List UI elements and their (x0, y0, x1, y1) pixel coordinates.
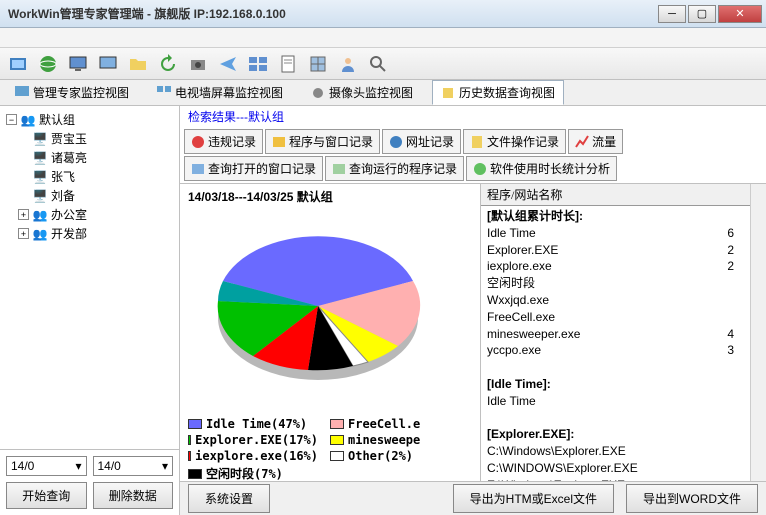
toolbar-icon-1[interactable] (6, 52, 30, 76)
close-button[interactable]: ✕ (718, 5, 762, 23)
legend-item: Other(2%) (330, 449, 460, 463)
date-from[interactable]: 14/0▾ (6, 456, 87, 476)
bottom-bar: 系统设置 导出为HTM或Excel文件 导出到WORD文件 (180, 481, 766, 515)
menubar (0, 28, 766, 48)
pc-icon: 🖥️ (32, 151, 48, 165)
chevron-down-icon: ▾ (162, 459, 168, 473)
legend-item: minesweepe (330, 433, 460, 447)
search-icon[interactable] (366, 52, 390, 76)
refresh-icon[interactable] (156, 52, 180, 76)
program-list: 程序/网站名称 [默认组累计时长]: Idle Time6 Explorer.E… (480, 184, 750, 481)
tab-usage-stats[interactable]: 软件使用时长统计分析 (466, 156, 617, 181)
pc-icon: 🖥️ (32, 132, 48, 146)
list-item[interactable]: 空闲时段 (487, 275, 744, 292)
chevron-down-icon: ▾ (75, 459, 81, 473)
globe-icon[interactable] (36, 52, 60, 76)
user-icon[interactable] (336, 52, 360, 76)
grid-icon[interactable] (306, 52, 330, 76)
expand-icon[interactable]: + (18, 209, 29, 220)
list-item[interactable]: C:\Windows\Explorer.EXE (487, 443, 744, 460)
group-icon: 👥 (32, 208, 48, 222)
search-result-label: 检索结果---默认组 (180, 106, 766, 127)
tab-open-window[interactable]: 查询打开的窗口记录 (184, 156, 323, 181)
tab-program-window[interactable]: 程序与窗口记录 (265, 129, 380, 154)
content-area: 检索结果---默认组 违规记录 程序与窗口记录 网址记录 文件操作记录 流量 查… (180, 106, 766, 515)
tab-url[interactable]: 网址记录 (382, 129, 461, 154)
tab-wall-view[interactable]: 电视墙屏幕监控视图 (148, 80, 292, 105)
list-item[interactable]: Idle Time6 (487, 225, 744, 242)
tab-violation[interactable]: 违规记录 (184, 129, 263, 154)
user-tree: −👥默认组 🖥️贾宝玉 🖥️诸葛亮 🖥️张飞 🖥️刘备 +👥办公室 +👥开发部 (0, 106, 179, 449)
pc-icon: 🖥️ (32, 189, 48, 203)
system-settings-button[interactable]: 系统设置 (188, 484, 270, 513)
titlebar: WorkWin管理专家管理端 - 旗舰版 IP:192.168.0.100 ─ … (0, 0, 766, 28)
tab-monitor-view[interactable]: 管理专家监控视图 (6, 80, 138, 105)
list-item[interactable]: yccpo.exe3 (487, 342, 744, 359)
export-word-button[interactable]: 导出到WORD文件 (626, 484, 758, 513)
tree-user[interactable]: 🖥️张飞 (4, 167, 175, 186)
pie-chart (188, 211, 448, 411)
maximize-button[interactable]: ▢ (688, 5, 716, 23)
record-tabs: 违规记录 程序与窗口记录 网址记录 文件操作记录 流量 查询打开的窗口记录 查询… (180, 127, 766, 184)
legend-item: Idle Time(47%) (188, 417, 318, 431)
date-to[interactable]: 14/0▾ (93, 456, 174, 476)
send-icon[interactable] (216, 52, 240, 76)
monitor-icon[interactable] (66, 52, 90, 76)
tree-user[interactable]: 🖥️贾宝玉 (4, 129, 175, 148)
list-item[interactable]: Wxxjqd.exe (487, 292, 744, 309)
window-title: WorkWin管理专家管理端 - 旗舰版 IP:192.168.0.100 (4, 5, 658, 22)
group-icon: 👥 (32, 227, 48, 241)
tree-user[interactable]: 🖥️刘备 (4, 186, 175, 205)
expand-icon[interactable]: + (18, 228, 29, 239)
tab-flow[interactable]: 流量 (568, 129, 623, 154)
camera-icon[interactable] (186, 52, 210, 76)
tab-run-program[interactable]: 查询运行的程序记录 (325, 156, 464, 181)
tab-history-view[interactable]: 历史数据查询视图 (432, 80, 564, 105)
list-item[interactable]: Explorer.EXE2 (487, 242, 744, 259)
list-item[interactable]: Idle Time (487, 393, 744, 410)
screens-icon[interactable] (246, 52, 270, 76)
tree-group-dev[interactable]: +👥开发部 (4, 224, 175, 243)
collapse-icon[interactable]: − (6, 114, 17, 125)
list-item[interactable]: iexplore.exe2 (487, 258, 744, 275)
list-item[interactable]: minesweeper.exe4 (487, 326, 744, 343)
legend-item: FreeCell.e (330, 417, 460, 431)
main-toolbar (0, 48, 766, 80)
folder-icon[interactable] (126, 52, 150, 76)
monitor2-icon[interactable] (96, 52, 120, 76)
list-item[interactable]: C:\WINDOWS\Explorer.EXE (487, 460, 744, 477)
pc-icon: 🖥️ (32, 170, 48, 184)
chart-title: 14/03/18---14/03/25 默认组 (188, 188, 472, 205)
legend-item: Explorer.EXE(17%) (188, 433, 318, 447)
start-query-button[interactable]: 开始查询 (6, 482, 87, 509)
tab-file[interactable]: 文件操作记录 (463, 129, 566, 154)
scrollbar[interactable] (750, 184, 766, 481)
view-tabs: 管理专家监控视图 电视墙屏幕监控视图 摄像头监控视图 历史数据查询视图 (0, 80, 766, 106)
sidebar: −👥默认组 🖥️贾宝玉 🖥️诸葛亮 🖥️张飞 🖥️刘备 +👥办公室 +👥开发部 … (0, 106, 180, 515)
list-item[interactable]: FreeCell.exe (487, 309, 744, 326)
tree-group-office[interactable]: +👥办公室 (4, 205, 175, 224)
tree-group-default[interactable]: −👥默认组 (4, 110, 175, 129)
list-header: 程序/网站名称 (481, 184, 750, 206)
tree-user[interactable]: 🖥️诸葛亮 (4, 148, 175, 167)
chart-legend: Idle Time(47%) FreeCell.e Explorer.EXE(1… (188, 417, 472, 481)
legend-item: 空闲时段(7%) (188, 465, 318, 481)
tab-camera-view[interactable]: 摄像头监控视图 (302, 80, 422, 105)
delete-data-button[interactable]: 删除数据 (93, 482, 174, 509)
legend-item: iexplore.exe(16%) (188, 449, 318, 463)
doc-icon[interactable] (276, 52, 300, 76)
group-icon: 👥 (20, 113, 36, 127)
export-html-excel-button[interactable]: 导出为HTM或Excel文件 (453, 484, 614, 513)
minimize-button[interactable]: ─ (658, 5, 686, 23)
list-body[interactable]: [默认组累计时长]: Idle Time6 Explorer.EXE2 iexp… (481, 206, 750, 481)
